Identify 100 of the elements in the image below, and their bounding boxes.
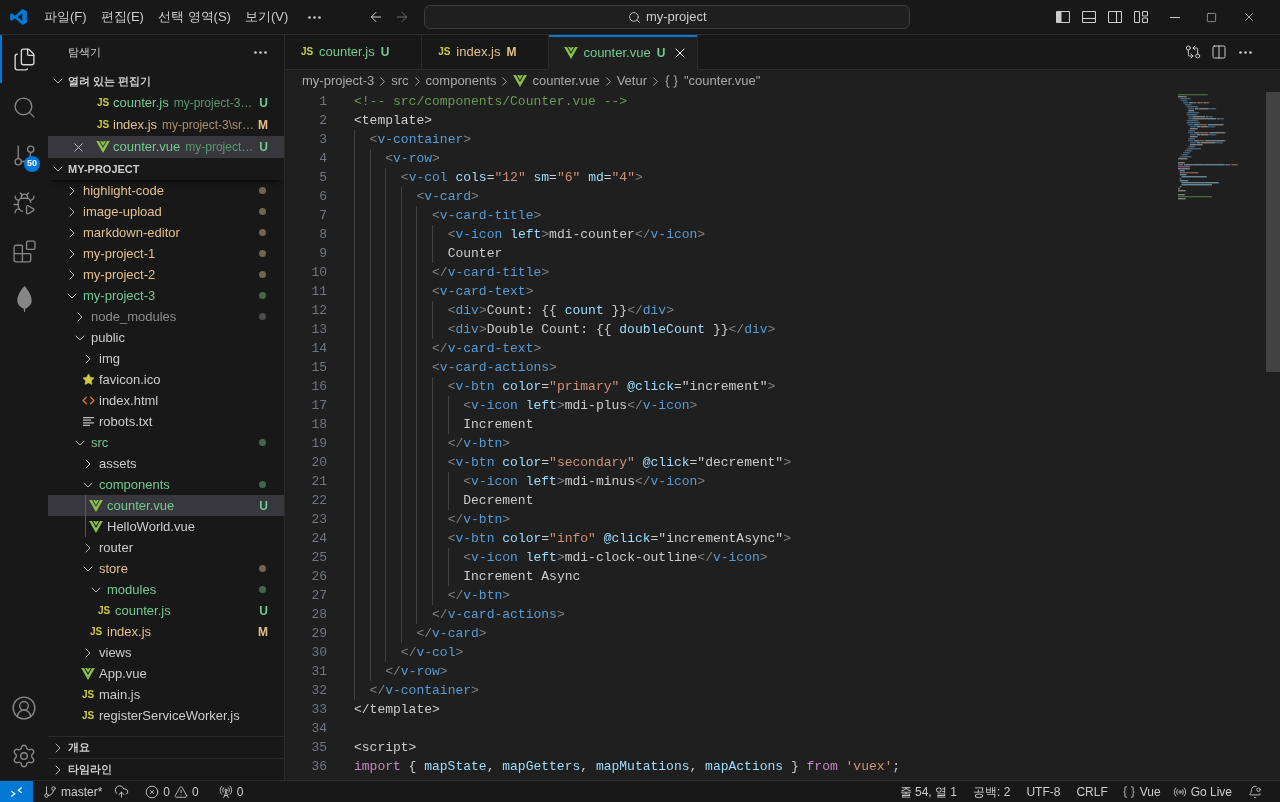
line-number: 20 bbox=[310, 453, 327, 472]
branch-button[interactable]: master* bbox=[37, 781, 109, 802]
line-number: 16 bbox=[310, 377, 327, 396]
vue-file-icon bbox=[513, 75, 528, 87]
line-number: 8 bbox=[318, 225, 327, 244]
menu-item[interactable]: 선택 영역(S) bbox=[150, 6, 238, 28]
code-file-icon bbox=[81, 394, 95, 407]
menu-item[interactable]: 보기(V) bbox=[237, 6, 296, 28]
editor-tab[interactable]: JS index.js M bbox=[422, 35, 550, 70]
line-number: 34 bbox=[310, 719, 327, 738]
code-line: <v-icon left>mdi-minus</v-icon> bbox=[463, 472, 706, 491]
command-center[interactable]: my-project bbox=[424, 5, 911, 29]
folder-item[interactable]: views bbox=[48, 642, 284, 663]
status-item[interactable]: 줄 54, 열 1 bbox=[891, 781, 966, 802]
line-number: 15 bbox=[310, 358, 327, 377]
section-header[interactable]: 개요 bbox=[48, 736, 284, 758]
git-status-letter: U bbox=[259, 497, 268, 515]
breadcrumb-item[interactable]: src bbox=[391, 71, 409, 91]
editor-tab[interactable]: JS counter.js U bbox=[285, 35, 423, 70]
code-line: </v-container> bbox=[369, 681, 479, 700]
file-item[interactable]: App.vue bbox=[48, 663, 284, 684]
code-line: <v-btn color="primary" @click="increment"> bbox=[447, 377, 776, 396]
line-number: 5 bbox=[318, 168, 327, 187]
code-line: </template> bbox=[354, 700, 440, 719]
git-status-letter: U bbox=[259, 139, 268, 156]
file-item[interactable]: JS main.js bbox=[48, 684, 284, 705]
js-file-icon: JS bbox=[97, 605, 111, 616]
line-number: 23 bbox=[310, 510, 327, 529]
open-editor-item[interactable]: JS index.js my-project-3\sr… M bbox=[48, 114, 284, 136]
status-item[interactable]: CRLF bbox=[1068, 781, 1116, 802]
folder-item[interactable]: my-project-2 bbox=[48, 264, 284, 285]
section-header[interactable]: 열려 있는 편집기 bbox=[48, 70, 284, 92]
folder-item[interactable]: my-project-1 bbox=[48, 243, 284, 264]
status-item[interactable]: 공백: 2 bbox=[965, 781, 1019, 802]
language-mode-button[interactable]: Vue bbox=[1115, 781, 1167, 802]
open-editor-item[interactable]: JS counter.js my-project-3… U bbox=[48, 92, 284, 114]
file-item[interactable]: robots.txt bbox=[48, 411, 284, 432]
breadcrumb-item[interactable]: components bbox=[425, 71, 497, 91]
breadcrumb-item[interactable]: Vetur bbox=[616, 71, 647, 91]
breadcrumb-item[interactable]: "counter.vue" bbox=[664, 71, 761, 91]
folder-item[interactable]: my-project-3 bbox=[48, 285, 284, 306]
file-item[interactable]: JS registerServiceWorker.js bbox=[48, 705, 284, 726]
extensions-icon bbox=[11, 238, 37, 264]
search-icon bbox=[11, 94, 37, 120]
activity-item[interactable]: 50 bbox=[0, 131, 48, 179]
file-item[interactable]: HelloWorld.vue bbox=[48, 516, 284, 537]
problems-button[interactable]: 0 0 bbox=[139, 781, 205, 802]
folder-item[interactable]: public bbox=[48, 327, 284, 348]
vue-file-icon bbox=[564, 46, 579, 59]
ports-button[interactable]: 0 bbox=[212, 781, 250, 802]
folder-item[interactable]: markdown-editor bbox=[48, 222, 284, 243]
line-number: 27 bbox=[310, 586, 327, 605]
remote-button[interactable] bbox=[0, 781, 33, 802]
file-item[interactable]: counter.vue U bbox=[48, 495, 284, 516]
compare-icon bbox=[1185, 44, 1201, 60]
file-item[interactable]: JS counter.js U bbox=[48, 600, 284, 621]
folder-item[interactable]: image-upload bbox=[48, 201, 284, 222]
code-line: import { mapState, mapGetters, mapMutations, mapActions } from 'vuex'; bbox=[354, 757, 901, 776]
folder-item[interactable]: router bbox=[48, 537, 284, 558]
section-header[interactable]: MY-PROJECT bbox=[48, 158, 284, 180]
app-logo-icon bbox=[10, 9, 27, 25]
breadcrumb-item[interactable]: counter.vue bbox=[513, 71, 600, 91]
folder-item[interactable]: components bbox=[48, 474, 284, 495]
maximize-icon bbox=[1206, 11, 1217, 23]
folder-item[interactable]: store bbox=[48, 558, 284, 579]
folder-item[interactable]: highlight-code bbox=[48, 180, 284, 201]
status-item[interactable]: UTF-8 bbox=[1018, 781, 1069, 802]
git-status-letter: U bbox=[656, 44, 666, 62]
menu-item[interactable]: 편집(E) bbox=[93, 6, 151, 28]
menu-item[interactable]: 파일(F) bbox=[37, 6, 94, 28]
folder-item[interactable]: modules bbox=[48, 579, 284, 600]
folder-item[interactable]: assets bbox=[48, 453, 284, 474]
search-icon bbox=[627, 10, 641, 24]
code-line: <v-col cols="12" sm="6" md="4"> bbox=[400, 168, 643, 187]
vue-file-icon bbox=[96, 141, 110, 153]
scrollbar-thumb[interactable] bbox=[1266, 92, 1280, 372]
go-live-button[interactable]: Go Live bbox=[1166, 781, 1238, 802]
line-number: 18 bbox=[310, 415, 327, 434]
sidebar-title: 탐색기 bbox=[68, 45, 101, 61]
code-line: <div>Double Count: {{ doubleCount }}</div> bbox=[447, 320, 776, 339]
folder-item[interactable]: node_modules bbox=[48, 306, 284, 327]
file-item[interactable]: favicon.ico bbox=[48, 369, 284, 390]
code-line: </v-card> bbox=[416, 624, 487, 643]
code-line: <v-row> bbox=[385, 149, 440, 168]
code-line: <v-btn color="secondary" @click="decrement"> bbox=[447, 453, 791, 472]
code-line: <v-container> bbox=[369, 130, 472, 149]
folder-item[interactable]: img bbox=[48, 348, 284, 369]
line-number: 24 bbox=[310, 529, 327, 548]
file-item[interactable]: JS index.js M bbox=[48, 621, 284, 642]
folder-item[interactable]: src bbox=[48, 432, 284, 453]
line-number: 3 bbox=[318, 130, 327, 149]
breadcrumb-item[interactable]: my-project-3 bbox=[302, 71, 375, 91]
settings-icon bbox=[11, 743, 37, 769]
git-status-letter: U bbox=[259, 602, 268, 620]
file-item[interactable]: index.html bbox=[48, 390, 284, 411]
open-editor-item[interactable]: counter.vue my-project… U bbox=[48, 136, 284, 158]
editor-tab[interactable]: counter.vue U bbox=[549, 35, 699, 70]
ellipsis-icon bbox=[253, 51, 267, 54]
count-badge: 50 bbox=[24, 156, 40, 172]
code-line: </v-btn> bbox=[447, 434, 511, 453]
